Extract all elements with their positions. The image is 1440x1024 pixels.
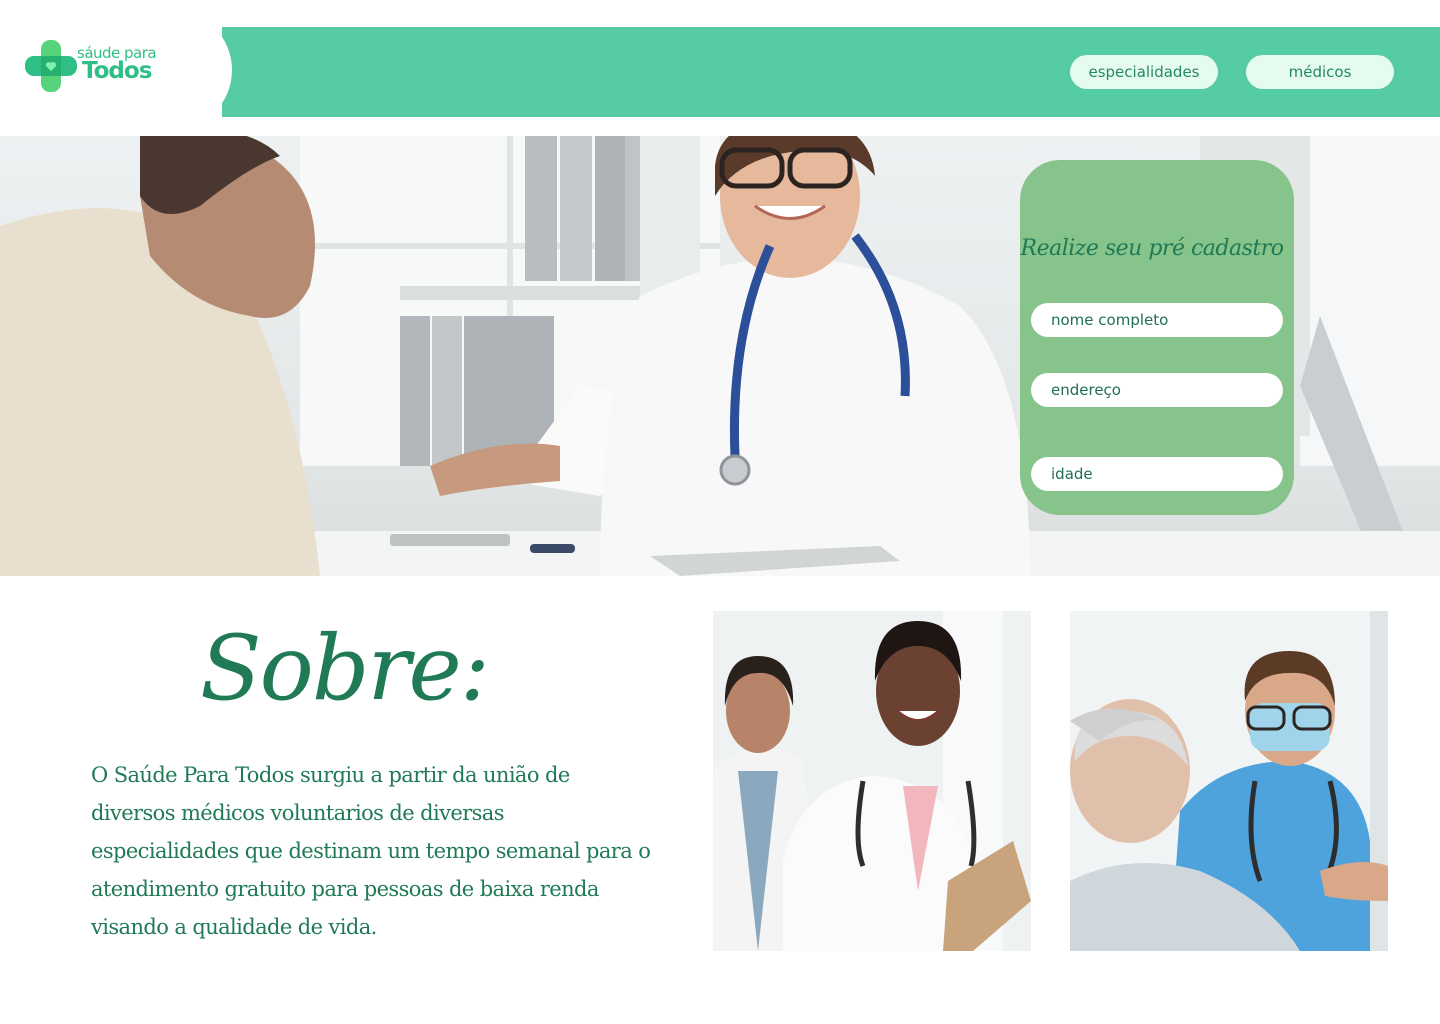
address-input[interactable]: endereço <box>1031 373 1283 407</box>
photo-male-doctor-patient <box>1070 611 1388 951</box>
photo-female-doctors <box>713 611 1031 951</box>
nav-especialidades-button[interactable]: especialidades <box>1070 55 1218 89</box>
full-name-input[interactable]: nome completo <box>1031 303 1283 337</box>
doctor-patient-photo <box>1070 611 1388 951</box>
about-text: O Saúde Para Todos surgiu a partir da un… <box>91 763 651 939</box>
doctors-photo <box>713 611 1031 951</box>
nav-medicos-button[interactable]: médicos <box>1246 55 1394 89</box>
medical-cross-icon <box>25 40 77 92</box>
logo-text-big: Todos <box>82 58 152 84</box>
age-input[interactable]: idade <box>1031 457 1283 491</box>
pre-register-title: Realize seu pré cadastro <box>1020 236 1285 261</box>
about-title: Sobre: <box>200 616 490 721</box>
